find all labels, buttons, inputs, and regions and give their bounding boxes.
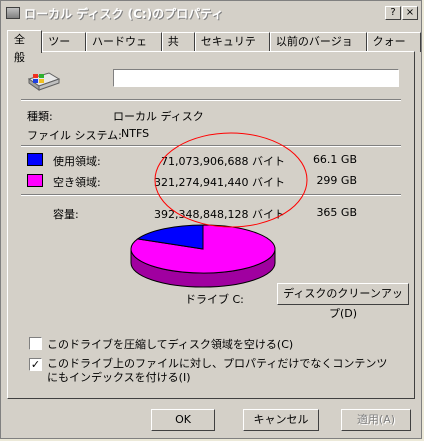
tab-sharing[interactable]: 共有 xyxy=(161,32,195,66)
close-button[interactable]: × xyxy=(402,6,418,20)
compress-label: このドライブを圧縮してディスク領域を空ける(C) xyxy=(47,338,294,351)
used-space-swatch xyxy=(27,153,43,166)
cancel-button[interactable]: キャンセル xyxy=(243,409,319,431)
help-button[interactable]: ? xyxy=(385,6,401,20)
window-title: ローカル ディスク (C:)のプロパティ xyxy=(24,6,224,21)
type-value: ローカル ディスク xyxy=(113,110,204,123)
tab-hardware[interactable]: ハードウェア xyxy=(86,32,162,66)
drive-icon xyxy=(6,7,20,19)
usage-pie-chart xyxy=(130,224,276,288)
tab-quota[interactable]: クォータ xyxy=(366,32,422,66)
hard-drive-icon xyxy=(27,72,61,91)
divider xyxy=(21,99,401,101)
capacity-label: 容量: xyxy=(53,208,79,221)
compress-checkbox[interactable] xyxy=(29,337,42,350)
properties-window: ローカル ディスク (C:)のプロパティ ? × 全般 ツール ハードウェア 共… xyxy=(0,0,422,439)
apply-button[interactable]: 適用(A) xyxy=(341,409,411,431)
annotation-ellipse xyxy=(154,132,308,228)
filesystem-label: ファイル システム: xyxy=(27,129,122,142)
used-space-label: 使用領域: xyxy=(53,155,101,168)
tab-general[interactable]: 全般 xyxy=(7,30,43,64)
disk-cleanup-button[interactable]: ディスクのクリーンアップ(D) xyxy=(277,283,409,320)
filesystem-value: NTFS xyxy=(121,127,150,140)
free-space-swatch xyxy=(27,174,43,187)
title-bar: ローカル ディスク (C:)のプロパティ ? × xyxy=(3,3,419,23)
tab-tools[interactable]: ツール xyxy=(42,32,87,66)
drive-label: ドライブ C: xyxy=(185,293,244,306)
tab-previous-versions[interactable]: 以前のバージョン xyxy=(269,32,367,66)
volume-name-input[interactable] xyxy=(113,69,399,87)
type-label: 種類: xyxy=(27,110,53,123)
index-label: このドライブ上のファイルに対し、プロパティだけでなくコンテンツにもインデックスを… xyxy=(47,357,388,384)
tab-strip: 全般 ツール ハードウェア 共有 セキュリティ 以前のバージョン クォータ xyxy=(7,30,422,66)
tab-security[interactable]: セキュリティ xyxy=(194,32,270,66)
index-checkbox[interactable]: ✓ xyxy=(29,358,42,371)
free-space-label: 空き領域: xyxy=(53,176,101,189)
ok-button[interactable]: OK xyxy=(151,409,215,431)
